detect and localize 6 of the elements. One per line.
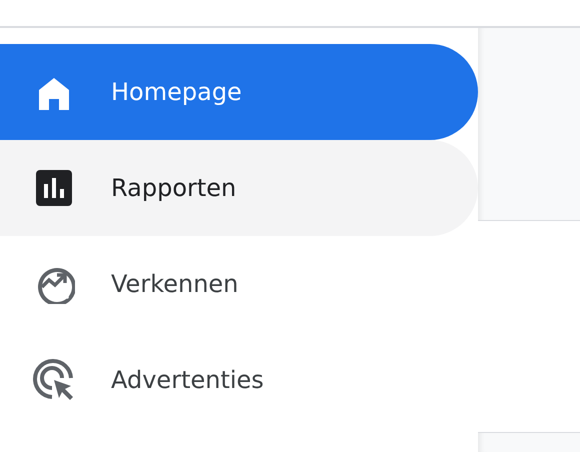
- target-cursor-icon: [33, 359, 75, 401]
- bar-chart-icon: [33, 170, 75, 206]
- nav-item[interactable]: Homepage: [0, 44, 478, 140]
- nav-item[interactable]: Advertenties: [0, 332, 478, 428]
- nav-item[interactable]: Verkennen: [0, 236, 478, 332]
- nav-item[interactable]: Rapporten: [0, 140, 478, 236]
